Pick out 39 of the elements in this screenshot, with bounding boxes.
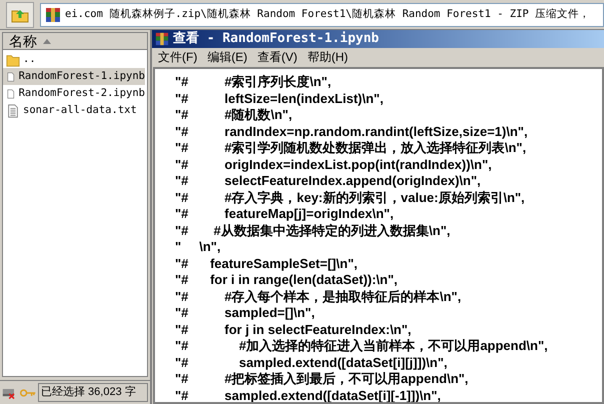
code-line: "# sampled=[]\n",	[175, 305, 316, 322]
code-line: "# randIndex=np.random.randint(leftSize,size=1)\n",	[175, 124, 529, 140]
name-column-header[interactable]: 名称	[3, 33, 147, 50]
code-line: "# origIndex=indexList.pop(int(randIndex))\n",	[175, 156, 493, 173]
code-line: "# #加入选择的特征进入当前样本，不可以用append\n",	[175, 338, 549, 354]
code-line: "# featureMap[j]=origIndex\n",	[175, 206, 395, 222]
selection-status: 已经选择 36,023 字	[38, 383, 148, 402]
archive-icon	[45, 6, 61, 22]
window-title: 查看 - RandomForest-1.ipynb	[173, 30, 380, 48]
up-folder-button[interactable]	[6, 2, 34, 28]
code-line: "# #存入字典，key:新的列索引，value:原始列索引\n",	[175, 190, 526, 206]
code-line: "# sampled.extend([dataSet[i][j]])\n",	[175, 354, 448, 371]
archive-icon	[155, 32, 169, 46]
key-icon	[20, 388, 36, 398]
code-line: "# #从数据集中选择特定的列进入数据集\n",	[175, 222, 452, 239]
menu-item[interactable]: 查看(V)	[255, 48, 300, 66]
code-line: " \n",	[175, 239, 222, 256]
code-line: "# sampled.extend([dataSet[i][-1]])\n",	[175, 388, 442, 402]
column-title: 名称	[9, 34, 37, 48]
address-path: ei.com 随机森林例子.zip\随机森林 Random Forest1\随机森林 Random Forest1 - ZIP 压缩文件，	[65, 6, 590, 22]
code-line: "# for j in selectFeatureIndex:\n",	[175, 322, 412, 338]
document-icon	[6, 86, 16, 100]
code-line: "# featureSampleSet=[]\n",	[175, 256, 358, 272]
code-line: "# for i in range(len(dataSet)):\n",	[175, 272, 399, 288]
sort-ascending-icon	[43, 38, 51, 44]
code-line: "# #把标签插入到最后，不可以用append\n",	[175, 371, 470, 388]
address-field[interactable]: ei.com 随机森林例子.zip\随机森林 Random Forest1\随机森林 Random Forest1 - ZIP 压缩文件，	[40, 2, 604, 26]
menu-item[interactable]: 帮助(H)	[305, 48, 350, 66]
code-line: "# #索引序列长度\n",	[175, 74, 332, 90]
code-line: "# leftSize=len(indexList)\n",	[175, 90, 384, 107]
code-line: "# #存入每个样本，是抽取特征后的样本\n",	[175, 288, 462, 305]
menu-item[interactable]: 文件(F)	[156, 48, 200, 66]
code-line: "# selectFeatureIndex.append(origIndex)\n",	[175, 173, 482, 190]
code-line: "# #索引学列随机数处数据弹出，放入选择特征列表\n",	[175, 140, 528, 156]
text-file-icon	[6, 104, 20, 118]
menu-item[interactable]: 编辑(E)	[205, 48, 250, 66]
code-line: "# #随机数\n",	[175, 107, 294, 124]
file-list-item[interactable]: RandomForest-1.ipynb	[3, 68, 145, 85]
document-icon	[6, 70, 16, 84]
